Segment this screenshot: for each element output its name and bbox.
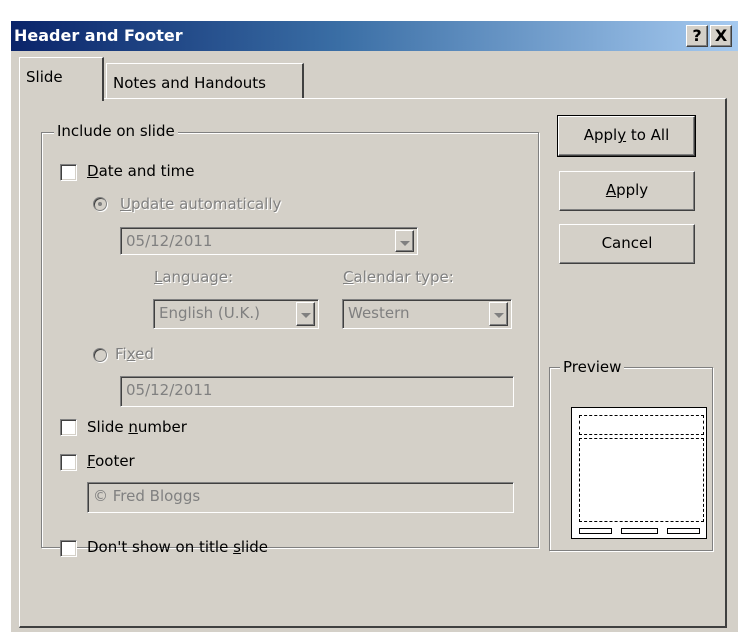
tab-panel: [19, 98, 727, 628]
tab-slide-label: Slide: [26, 68, 63, 86]
help-button[interactable]: ?: [686, 25, 708, 47]
close-icon: X: [714, 26, 728, 45]
active-tab-joint: [20, 98, 102, 101]
help-icon: ?: [692, 26, 702, 45]
tab-notes-label: Notes and Handouts: [113, 74, 266, 92]
title-bar[interactable]: Header and Footer ? X: [11, 21, 738, 51]
close-button[interactable]: X: [710, 25, 732, 47]
tab-notes-and-handouts[interactable]: Notes and Handouts: [106, 63, 304, 98]
tab-slide[interactable]: Slide: [19, 57, 104, 101]
dialog-title: Header and Footer: [14, 26, 183, 45]
header-footer-dialog: Header and Footer ? X Slide Notes and Ha…: [10, 20, 738, 632]
